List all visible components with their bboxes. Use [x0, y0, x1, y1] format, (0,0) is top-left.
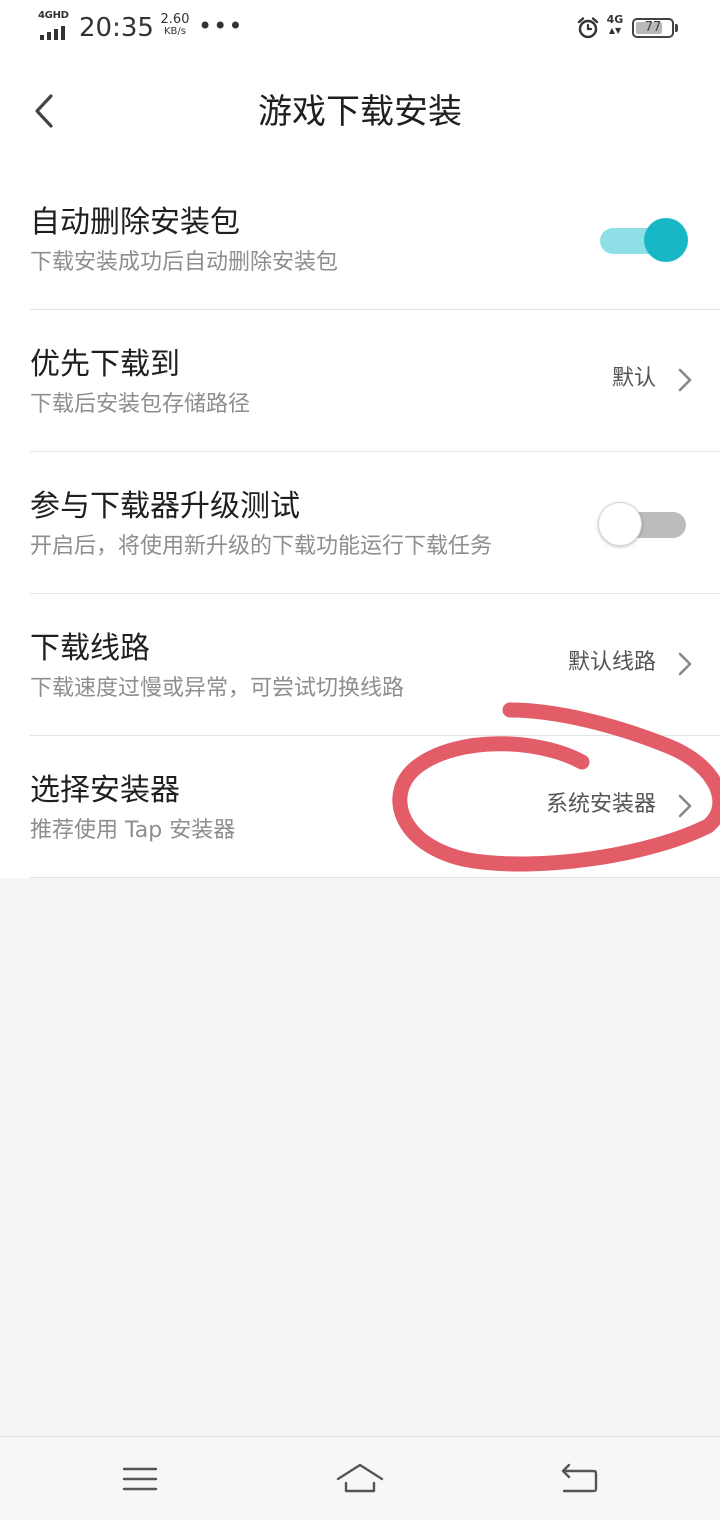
auto-delete-toggle[interactable] [598, 218, 688, 262]
chevron-right-icon [678, 794, 692, 818]
system-nav-bar [0, 1436, 720, 1520]
chevron-right-icon [678, 368, 692, 392]
chevron-left-icon [35, 94, 53, 128]
network-speed: 2.60 KB/s [158, 12, 192, 38]
network-speed-value: 2.60 [160, 12, 190, 27]
setting-description: 下载安装成功后自动删除安装包 [30, 250, 339, 275]
home-icon [336, 1463, 384, 1493]
setting-downloader-beta[interactable]: 参与下载器升级测试 开启后，将使用新升级的下载功能运行下载任务 [0, 452, 720, 594]
setting-value: 系统安装器 [545, 792, 656, 817]
setting-select-installer[interactable]: 选择安装器 推荐使用 Tap 安装器 系统安装器 [0, 736, 720, 878]
downloader-beta-toggle[interactable] [598, 502, 688, 546]
back-button[interactable] [20, 86, 70, 136]
nav-menu-button[interactable] [110, 1453, 170, 1505]
setting-title: 选择安装器 [30, 773, 180, 808]
network-type-label: 4GHD [38, 10, 69, 21]
setting-description: 下载速度过慢或异常，可尝试切换线路 [30, 676, 405, 701]
setting-auto-delete-package[interactable]: 自动删除安装包 下载安装成功后自动删除安装包 [0, 168, 720, 310]
signal-icon: 4GHD [38, 10, 72, 42]
return-icon [561, 1463, 598, 1493]
divider [30, 877, 720, 878]
battery-level: 77 [644, 20, 662, 35]
nav-home-button[interactable] [330, 1453, 390, 1505]
battery-icon: 77 [632, 18, 678, 38]
setting-title: 自动删除安装包 [30, 205, 240, 240]
setting-description: 开启后，将使用新升级的下载功能运行下载任务 [30, 534, 493, 559]
setting-value: 默认线路 [567, 650, 656, 675]
more-notifications-icon: ••• [198, 12, 244, 40]
settings-list: 自动删除安装包 下载安装成功后自动删除安装包 优先下载到 下载后安装包存储路径 … [0, 168, 720, 878]
chevron-right-icon [678, 652, 692, 676]
mobile-data-label: 4G [606, 13, 624, 26]
network-speed-unit: KB/s [164, 26, 186, 37]
nav-back-button[interactable] [550, 1453, 610, 1505]
setting-description: 推荐使用 Tap 安装器 [30, 818, 236, 843]
setting-title: 参与下载器升级测试 [30, 489, 300, 524]
alarm-icon [577, 17, 599, 39]
setting-title: 下载线路 [30, 631, 150, 666]
mobile-data-icon: 4G ▲▼ [606, 13, 624, 36]
setting-value: 默认 [611, 366, 656, 391]
menu-icon [122, 1467, 158, 1491]
status-bar: 4GHD 20:35 2.60 KB/s ••• 4G ▲▼ 77 [0, 0, 720, 56]
status-time: 20:35 [79, 13, 154, 43]
page-header: 游戏下载安装 [0, 56, 720, 168]
setting-download-route[interactable]: 下载线路 下载速度过慢或异常，可尝试切换线路 默认线路 [0, 594, 720, 736]
page-title: 游戏下载安装 [258, 92, 462, 132]
setting-download-location[interactable]: 优先下载到 下载后安装包存储路径 默认 [0, 310, 720, 452]
setting-title: 优先下载到 [30, 347, 180, 382]
setting-description: 下载后安装包存储路径 [30, 392, 251, 417]
